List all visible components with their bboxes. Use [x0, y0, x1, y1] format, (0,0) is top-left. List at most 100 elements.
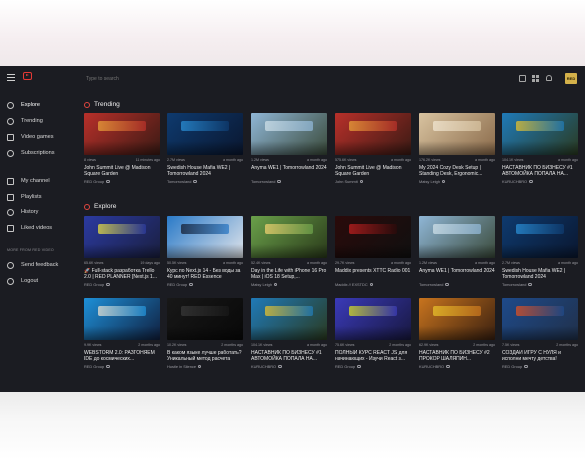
channel-name[interactable]: Tomorrowland: [251, 179, 327, 184]
channel-name[interactable]: Matsy Leigh: [251, 282, 327, 287]
video-thumbnail[interactable]: [167, 298, 243, 340]
video-thumbnail[interactable]: [502, 113, 578, 155]
avatar[interactable]: RED: [565, 73, 577, 84]
view-count: 8 views: [84, 158, 96, 162]
video-title[interactable]: НАСТАВНИК ПО БИЗНЕСУ #1 АВТОМОЙКА ПОПАЛА…: [251, 350, 327, 363]
channel-name[interactable]: KURUCHBRO: [251, 364, 327, 369]
video-thumbnail[interactable]: [502, 216, 578, 258]
video-thumbnail[interactable]: [419, 298, 495, 340]
video-thumbnail[interactable]: [167, 113, 243, 155]
video-thumbnail[interactable]: [84, 298, 160, 340]
bell-icon[interactable]: [546, 75, 552, 81]
video-card[interactable]: 62.9K views 2 months ago НАСТАВНИК ПО БИЗН…: [419, 298, 495, 369]
sidebar-item-send-feedback[interactable]: Send feedback: [7, 259, 71, 271]
sidebar-item-my-channel[interactable]: My channel: [7, 175, 71, 187]
channel-name[interactable]: RED Group: [84, 282, 160, 287]
video-thumbnail[interactable]: [251, 113, 327, 155]
video-thumbnail[interactable]: [335, 298, 411, 340]
verified-icon: [106, 282, 110, 287]
sidebar-item-history[interactable]: History: [7, 206, 71, 218]
video-card[interactable]: 104.1K views a month ago НАСТАВНИК ПО БИЗН…: [251, 298, 327, 369]
video-title[interactable]: WEBSTORM 2.0: РАЗГОНЯЕМ IDE до космическ…: [84, 350, 160, 363]
video-thumbnail[interactable]: [167, 216, 243, 258]
video-card[interactable]: 575.6K views a month ago John Summit Live …: [335, 113, 411, 184]
video-title[interactable]: Maddix presents XTTC Radio 001: [335, 268, 411, 281]
video-card[interactable]: 10.2K views 2 months ago В каком языке луч…: [167, 298, 243, 369]
channel-name[interactable]: Tomorrowland: [167, 179, 243, 184]
video-thumbnail[interactable]: [419, 216, 495, 258]
video-thumbnail[interactable]: [335, 113, 411, 155]
video-title[interactable]: Anyma WE1 | Tomorrowland 2024: [419, 268, 495, 281]
video-card[interactable]: 8 views 11 minutes ago John Summit Live @ …: [84, 113, 160, 184]
upload-icon[interactable]: [519, 75, 526, 82]
video-thumbnail[interactable]: [84, 216, 160, 258]
video-meta: 75.6K views 2 months ago: [335, 342, 411, 350]
video-meta: 575.6K views a month ago: [335, 157, 411, 165]
sidebar-item-video-games[interactable]: Video games: [7, 131, 71, 143]
sidebar-item-liked-videos[interactable]: Liked videos: [7, 222, 71, 234]
channel-name[interactable]: Tomorrowland: [419, 282, 495, 287]
channel-name[interactable]: KURUCHBRO: [419, 364, 495, 369]
video-card[interactable]: 50.5K views a month ago Курс по Next.js 14…: [167, 216, 243, 287]
sidebar-item-logout[interactable]: Logout: [7, 275, 71, 287]
video-card[interactable]: 29.7K views a month ago Maddix presents XT…: [335, 216, 411, 287]
video-card[interactable]: 2.7M views a month ago Swedish House Mafia…: [167, 113, 243, 184]
search-input[interactable]: [86, 73, 386, 85]
video-card[interactable]: 7.5K views 2 months ago СОЗДАЙ ИГРУ С НУЛЯ…: [502, 298, 578, 369]
channel-name[interactable]: RED Group: [84, 364, 160, 369]
video-thumbnail[interactable]: [419, 113, 495, 155]
video-thumbnail[interactable]: [335, 216, 411, 258]
flame-icon: [7, 117, 14, 125]
video-title[interactable]: Anyma WE1 | Tomorrowland 2024: [251, 165, 327, 178]
channel-name[interactable]: Tomorrowland: [502, 282, 578, 287]
sidebar-item-trending[interactable]: Trending: [7, 115, 71, 127]
sidebar: Explore Trending Video games Subscriptio…: [0, 96, 72, 392]
sidebar-item-subscriptions[interactable]: Subscriptions: [7, 147, 71, 159]
upload-time: 19 days ago: [140, 261, 160, 265]
channel-name[interactable]: RED Group: [84, 179, 160, 184]
channel-name[interactable]: Maddix // EXSTDC: [335, 282, 411, 287]
channel-name[interactable]: RED Group: [167, 282, 243, 287]
view-count: 52.4K views: [251, 261, 271, 265]
video-card[interactable]: 104.1K views a month ago НАСТАВНИК ПО БИЗН…: [502, 113, 578, 184]
video-card[interactable]: 52.4K views a month ago Day in the Life wi…: [251, 216, 327, 287]
channel-name[interactable]: KURUCHBRO: [502, 179, 578, 184]
video-title[interactable]: John Summit Live @ Madison Square Garden: [335, 165, 411, 178]
video-thumbnail[interactable]: [251, 216, 327, 258]
video-card[interactable]: 1.2M views a month ago Anyma WE1 | Tomorro…: [251, 113, 327, 184]
video-title[interactable]: Swedish House Mafia WE2 | Tomorrowland 2…: [167, 165, 243, 178]
channel-name[interactable]: Hustle in Silence: [167, 364, 243, 369]
video-title[interactable]: Day in the Life with iPhone 16 Pro Max |…: [251, 268, 327, 281]
video-card[interactable]: 1.2M views a month ago Anyma WE1 | Tomorro…: [419, 216, 495, 287]
apps-grid-icon[interactable]: [532, 75, 539, 82]
video-card[interactable]: 2.7M views a month ago Swedish House Mafia…: [502, 216, 578, 287]
menu-icon[interactable]: [7, 74, 15, 81]
video-title[interactable]: Курс по Next.js 14 - Без воды за 40 мину…: [167, 268, 243, 281]
view-count: 1.2M views: [419, 261, 437, 265]
upload-time: 11 minutes ago: [135, 158, 160, 162]
video-title[interactable]: СОЗДАЙ ИГРУ С НУЛЯ и исполни мечту детст…: [502, 350, 578, 363]
video-title[interactable]: My 2024 Cozy Desk Setup | Standing Desk,…: [419, 165, 495, 178]
video-title[interactable]: ПОЛНЫЙ КУРС REACT JS для начинающих - Из…: [335, 350, 411, 363]
logo-icon[interactable]: [23, 72, 32, 80]
channel-name[interactable]: RED Group: [502, 364, 578, 369]
video-title[interactable]: НАСТАВНИК ПО БИЗНЕСУ #2 ПРОКОР ШАЛЯПИН..…: [419, 350, 495, 363]
video-card[interactable]: 65.6K views 19 days ago 🚀 Full-stack разра…: [84, 216, 160, 287]
sidebar-item-playlists[interactable]: Playlists: [7, 191, 71, 203]
video-thumbnail[interactable]: [84, 113, 160, 155]
channel-name[interactable]: RED Group: [335, 364, 411, 369]
channel-name[interactable]: John Summit: [335, 179, 411, 184]
video-card[interactable]: 9.9K views 2 months ago WEBSTORM 2.0: РАЗГ…: [84, 298, 160, 369]
video-thumbnail[interactable]: [251, 298, 327, 340]
video-title[interactable]: 🚀 Full-stack разработка Trello 2.0 | RED…: [84, 268, 160, 281]
video-title[interactable]: В каком языке лучше работать? Уникальный…: [167, 350, 243, 363]
video-card[interactable]: 176.2K views a month ago My 2024 Cozy Desk…: [419, 113, 495, 184]
channel-name[interactable]: Matsy Leigh: [419, 179, 495, 184]
video-title[interactable]: Swedish House Mafia WE2 | Tomorrowland 2…: [502, 268, 578, 281]
video-meta: 7.5K views 2 months ago: [502, 342, 578, 350]
video-title[interactable]: НАСТАВНИК ПО БИЗНЕСУ #1 АВТОМОЙКА ПОПАЛА…: [502, 165, 578, 178]
video-thumbnail[interactable]: [502, 298, 578, 340]
video-card[interactable]: 75.6K views 2 months ago ПОЛНЫЙ КУРС REACT…: [335, 298, 411, 369]
video-title[interactable]: John Summit Live @ Madison Square Garden: [84, 165, 160, 178]
sidebar-item-explore[interactable]: Explore: [7, 99, 71, 111]
